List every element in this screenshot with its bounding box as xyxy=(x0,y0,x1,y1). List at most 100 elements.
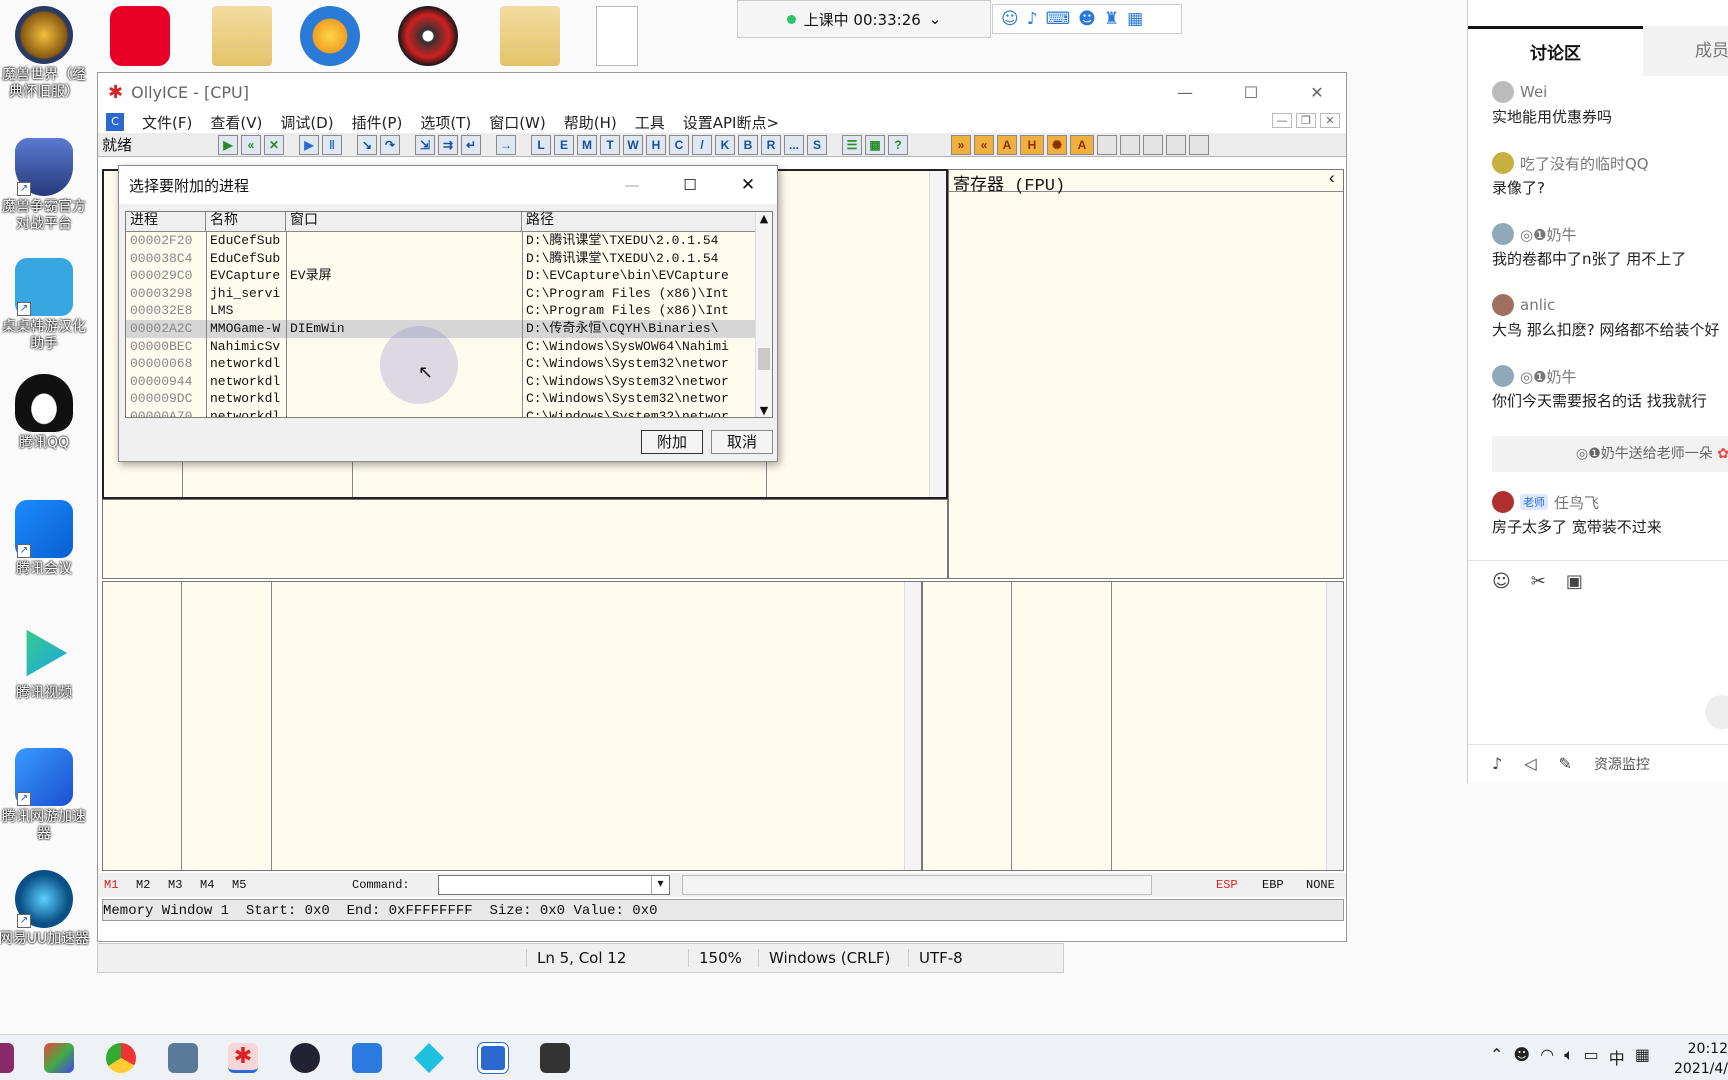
tb-B[interactable]: B xyxy=(738,134,758,155)
plugin-2-icon[interactable]: « xyxy=(974,134,994,155)
scroll-up-icon[interactable]: ▲ xyxy=(756,212,772,225)
mem-tab-5[interactable]: M5 xyxy=(232,878,352,892)
editor-icon[interactable] xyxy=(352,1043,382,1073)
menu-tools[interactable]: 工具 xyxy=(635,112,665,133)
scroll-down-icon[interactable]: ▼ xyxy=(756,404,772,417)
table-row[interactable]: 00000A70 networkdl C:\Windows\System32\net… xyxy=(126,408,772,417)
desktop-icon-wow[interactable]: 魔兽世界（经典怀旧服） xyxy=(0,6,90,101)
desktop-icon-meeting[interactable]: ↗ 腾讯会议 xyxy=(0,500,90,578)
blank-tool-3[interactable] xyxy=(1143,134,1163,155)
tb-W[interactable]: W xyxy=(623,134,643,155)
tab-discussion[interactable]: 讨论区 xyxy=(1468,26,1643,76)
ebp-button[interactable]: EBP xyxy=(1262,878,1306,892)
menu-api-breakpoint[interactable]: 设置API断点> xyxy=(683,112,779,133)
dropdown-arrow-icon[interactable]: ▾ xyxy=(651,876,669,894)
desktop-icon-warcraft[interactable]: ↗ 魔兽争霸官方对战平台 xyxy=(0,138,90,233)
emoji-icon[interactable]: ☺ xyxy=(1001,9,1019,29)
execute-till-return-button[interactable]: ↵ xyxy=(461,134,481,155)
desktop-icon-qq[interactable]: 腾讯QQ xyxy=(0,374,90,452)
table-row[interactable]: 000038C4 EduCefSub D:\腾讯课堂\TXEDU\2.0.1.54 xyxy=(126,250,772,268)
window-icon[interactable] xyxy=(477,1042,509,1074)
calendar-icon[interactable]: ▦ xyxy=(1635,1045,1650,1069)
desktop-icon-accelerator[interactable]: ↗ 腾讯网游加速器 xyxy=(0,748,90,843)
dialog-minimize-button[interactable]: — xyxy=(603,176,661,194)
mdi-minimize-button[interactable]: — xyxy=(1272,113,1292,128)
send-button[interactable] xyxy=(1705,695,1728,729)
folder-icon[interactable] xyxy=(212,6,272,66)
ollyice-task-icon[interactable]: ✱ xyxy=(228,1043,258,1073)
chevron-down-icon[interactable]: ⌄ xyxy=(929,10,942,28)
close-process-button[interactable]: ✕ xyxy=(264,134,284,155)
desktop-icon-uu[interactable]: ↗ 网易UU加速器 xyxy=(0,870,90,948)
maximize-button[interactable]: ☐ xyxy=(1222,83,1280,102)
trace-into-button[interactable]: ⇲ xyxy=(415,134,435,155)
table-row[interactable]: 00003298 jhi_servi C:\Program Files (x86)\… xyxy=(126,285,772,303)
open-button[interactable]: ▶ xyxy=(218,134,238,155)
restart-button[interactable]: « xyxy=(241,134,261,155)
wifi-icon[interactable]: ◠ xyxy=(1540,1045,1554,1069)
table-row[interactable]: 00002F20 EduCefSub D:\腾讯课堂\TXEDU\2.0.1.54 xyxy=(126,232,772,250)
tb-E[interactable]: E xyxy=(554,134,574,155)
minimize-button[interactable]: — xyxy=(1156,83,1214,102)
stack-pane[interactable] xyxy=(922,581,1344,871)
desktop-icon-whale[interactable]: ↗ 桌桌韩游汉化助手 xyxy=(0,258,90,353)
disc-player-icon[interactable] xyxy=(398,6,458,66)
tray-expand-icon[interactable]: ⌃ xyxy=(1490,1045,1503,1069)
chrome-icon[interactable] xyxy=(106,1043,136,1073)
none-button[interactable]: NONE xyxy=(1306,878,1346,892)
tb-M[interactable]: M xyxy=(577,134,597,155)
stack-scrollbar[interactable] xyxy=(1326,582,1343,870)
blank-tool-4[interactable] xyxy=(1166,134,1186,155)
battery-icon[interactable]: ▭ xyxy=(1584,1045,1599,1069)
esp-button[interactable]: ESP xyxy=(1216,878,1262,892)
browser-icon[interactable] xyxy=(300,6,360,66)
dump-scrollbar[interactable] xyxy=(904,582,921,870)
microphone-icon[interactable]: ♪ xyxy=(1492,754,1502,773)
menu-help[interactable]: 帮助(H) xyxy=(564,112,617,133)
goto-button[interactable]: → xyxy=(496,134,516,155)
col-name[interactable]: 名称 xyxy=(206,212,286,231)
plugin-asm-icon[interactable]: A xyxy=(1070,134,1094,155)
ime-icon[interactable]: 中 xyxy=(1609,1045,1625,1069)
menu-debug[interactable]: 调试(D) xyxy=(280,112,333,133)
tb-L[interactable]: L xyxy=(531,134,551,155)
cancel-button[interactable]: 取消 xyxy=(711,430,773,454)
tb-C[interactable]: C xyxy=(669,134,689,155)
mem-tab-1[interactable]: M1 xyxy=(104,878,136,892)
table-row[interactable]: 000029C0 EVCapture EV录屏 D:\EVCapture\bin\EV… xyxy=(126,267,772,285)
speaker-icon[interactable]: ◁ xyxy=(1524,754,1536,773)
table-scrollbar[interactable]: ▲ ▼ xyxy=(755,212,772,417)
help-icon[interactable]: ? xyxy=(888,134,908,155)
grid-icon[interactable]: ▦ xyxy=(865,134,885,155)
calculator-icon[interactable] xyxy=(168,1043,198,1073)
menu-window[interactable]: 窗口(W) xyxy=(489,112,546,133)
registers-pane[interactable]: 寄存器 (FPU) ‹ xyxy=(948,169,1344,579)
disasm-scrollbar[interactable] xyxy=(929,171,946,497)
tb-R[interactable]: R xyxy=(761,134,781,155)
mic-icon[interactable]: ♪ xyxy=(1027,9,1038,29)
table-row[interactable]: 000032E8 LMS C:\Program Files (x86)\Int xyxy=(126,302,772,320)
mem-tab-4[interactable]: M4 xyxy=(200,878,232,892)
plugin-hbp-icon[interactable]: H xyxy=(1020,134,1044,155)
tb-K[interactable]: K xyxy=(715,134,735,155)
tb-H[interactable]: H xyxy=(646,134,666,155)
tab-members[interactable]: 成员 xyxy=(1643,26,1728,76)
shirt-icon[interactable]: ♜ xyxy=(1104,9,1119,29)
list-icon[interactable]: ☰ xyxy=(842,134,862,155)
col-path[interactable]: 路径 xyxy=(522,212,756,231)
game-icon[interactable] xyxy=(540,1043,570,1073)
mdi-close-button[interactable]: ✕ xyxy=(1320,113,1340,128)
command-input[interactable]: ▾ xyxy=(438,875,670,895)
pause-button[interactable]: ‖ xyxy=(322,134,342,155)
step-into-button[interactable]: ↘ xyxy=(357,134,377,155)
trace-over-button[interactable]: ⇉ xyxy=(438,134,458,155)
dialog-maximize-button[interactable]: ☐ xyxy=(661,176,719,194)
control-panel-icon[interactable] xyxy=(44,1043,74,1073)
tb-T[interactable]: T xyxy=(600,134,620,155)
clock[interactable]: 20:12 2021/4/ xyxy=(1670,1039,1728,1079)
netease-music-icon[interactable] xyxy=(110,6,170,66)
keyboard-icon[interactable]: ⌨ xyxy=(1046,9,1071,29)
cheat-engine-icon[interactable] xyxy=(290,1043,320,1073)
attach-button[interactable]: 附加 xyxy=(641,430,703,454)
dialog-close-button[interactable]: ✕ xyxy=(719,175,777,195)
